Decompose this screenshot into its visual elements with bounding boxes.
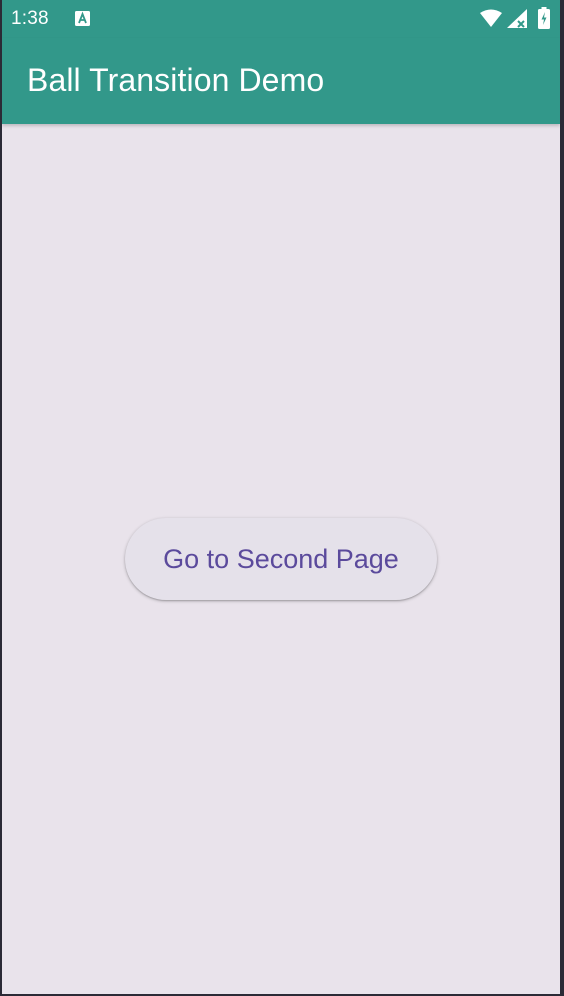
battery-charging-icon (538, 7, 550, 29)
text-a-icon (75, 11, 90, 26)
status-bar: 1:38 (2, 0, 560, 38)
cell-signal-icon (507, 9, 527, 28)
app-title: Ball Transition Demo (27, 62, 325, 98)
status-time: 1:38 (11, 8, 49, 29)
app-screen: 1:38 Ball Transition Demo Go to Second P… (2, 0, 560, 994)
wifi-icon (480, 9, 502, 27)
go-to-second-page-button[interactable]: Go to Second Page (125, 518, 437, 600)
app-bar: Ball Transition Demo (2, 38, 560, 124)
